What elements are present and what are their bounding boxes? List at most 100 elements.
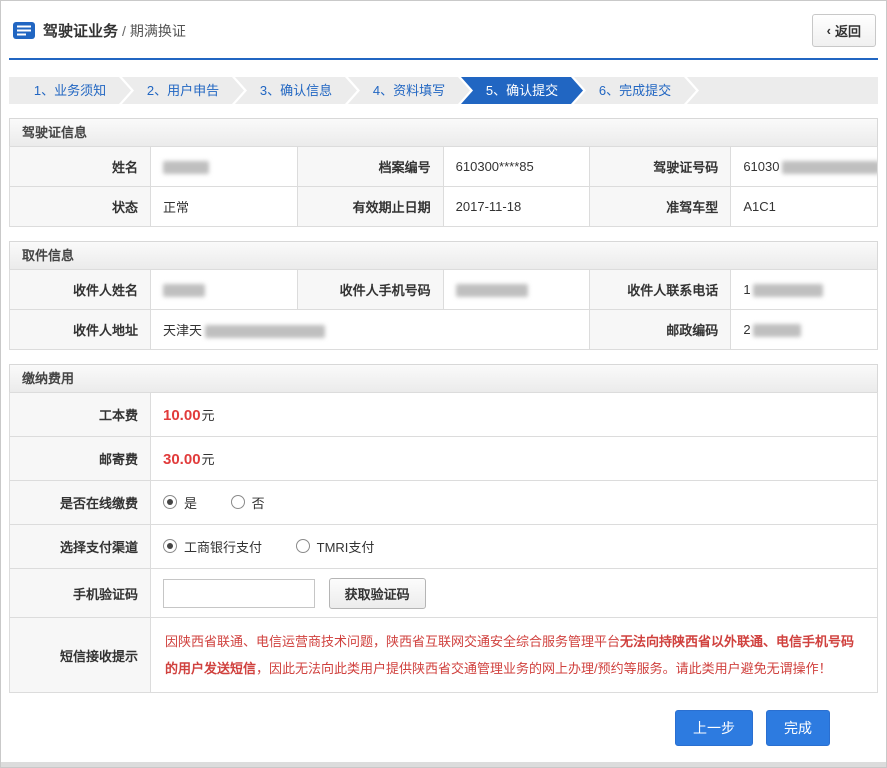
redacted-value bbox=[205, 325, 326, 339]
table-row: 收件人姓名 收件人手机号码 收件人联系电话 1 bbox=[9, 269, 878, 310]
step-tab-6[interactable]: 6、完成提交 bbox=[574, 77, 696, 104]
mobile-label: 收件人手机号码 bbox=[296, 269, 444, 310]
step-breadcrumb-filler bbox=[687, 77, 878, 104]
zip-value: 2 bbox=[730, 309, 878, 350]
page-title: 驾驶证业务 bbox=[43, 23, 119, 40]
phone-label: 收件人联系电话 bbox=[589, 269, 732, 310]
redacted-value bbox=[782, 161, 877, 175]
online-pay-no-label: 否 bbox=[251, 495, 265, 511]
license-no-value: 61030 bbox=[730, 146, 878, 187]
expiry-value: 2017-11-18 bbox=[442, 186, 591, 227]
address-label: 收件人地址 bbox=[9, 309, 151, 350]
radio-unselected-icon bbox=[230, 495, 245, 510]
fee-value: 10.00元 bbox=[150, 392, 878, 437]
redacted-value bbox=[163, 161, 209, 175]
header-divider bbox=[9, 58, 878, 60]
postage-value: 30.00元 bbox=[150, 436, 878, 481]
phone-value: 1 bbox=[730, 269, 878, 310]
license-no-label: 驾驶证号码 bbox=[589, 146, 732, 187]
table-row: 工本费 10.00元 bbox=[9, 392, 878, 437]
file-no-value: 610300****85 bbox=[442, 146, 591, 187]
breadcrumb-current: 期满换证 bbox=[129, 22, 186, 39]
license-section-title: 驾驶证信息 bbox=[9, 118, 878, 147]
page: 驾驶证业务 / 期满换证 ‹ 返回 1、业务须知 2、用户申告 3、确认信息 4… bbox=[0, 0, 887, 768]
step-tab-3[interactable]: 3、确认信息 bbox=[235, 77, 357, 104]
recipient-label: 收件人姓名 bbox=[9, 269, 151, 310]
back-button-label: 返回 bbox=[834, 24, 861, 39]
channel-icbc-label: 工商银行支付 bbox=[184, 539, 263, 555]
back-button[interactable]: ‹ 返回 bbox=[811, 14, 876, 47]
sms-code-label: 手机验证码 bbox=[9, 568, 151, 618]
online-pay-yes-label: 是 bbox=[184, 495, 198, 511]
fee-label: 工本费 bbox=[9, 392, 151, 437]
pickup-section-title: 取件信息 bbox=[9, 241, 878, 270]
address-value: 天津天 bbox=[149, 309, 591, 350]
page-header: 驾驶证业务 / 期满换证 ‹ 返回 bbox=[1, 1, 886, 58]
radio-selected-icon bbox=[163, 495, 177, 510]
step-breadcrumb: 1、业务须知 2、用户申告 3、确认信息 4、资料填写 5、确认提交 6、完成提… bbox=[9, 77, 878, 104]
redacted-value bbox=[455, 284, 528, 298]
channel-tmri-label: TMRI支付 bbox=[316, 539, 375, 555]
redacted-value bbox=[752, 284, 823, 298]
chevron-left-icon: ‹ bbox=[826, 23, 831, 38]
postage-amount: 30.00 bbox=[163, 451, 201, 468]
sms-code-field-cell: 获取验证码 bbox=[150, 568, 878, 618]
postage-label: 邮寄费 bbox=[9, 436, 151, 481]
table-row: 选择支付渠道 工商银行支付 TMRI支付 bbox=[9, 524, 878, 569]
step-tab-1[interactable]: 1、业务须知 bbox=[9, 77, 131, 104]
sms-notice-label: 短信接收提示 bbox=[9, 617, 151, 693]
table-row: 收件人地址 天津天 邮政编码 2 bbox=[9, 309, 878, 350]
table-row: 短信接收提示 因陕西省联通、电信运营商技术问题，陕西省互联网交通安全综合服务管理… bbox=[9, 617, 878, 693]
payment-table: 工本费 10.00元 邮寄费 30.00元 是否在线缴费 是 否 选择支付渠道 … bbox=[9, 392, 878, 693]
radio-selected-icon bbox=[163, 539, 177, 554]
sms-code-input[interactable] bbox=[163, 578, 315, 608]
vehicle-label: 准驾车型 bbox=[589, 186, 732, 227]
name-value bbox=[150, 146, 298, 187]
step-tab-5-active[interactable]: 5、确认提交 bbox=[461, 77, 583, 104]
page-bottom-strip bbox=[1, 762, 886, 767]
notice-part3: ，因此无法向此类用户提供陕西省交通管理业务的网上办理/预约等服务。请此类用户避免… bbox=[256, 661, 832, 676]
table-row: 状态 正常 有效期止日期 2017-11-18 准驾车型 A1C1 bbox=[9, 186, 878, 227]
name-label: 姓名 bbox=[9, 146, 151, 187]
file-no-label: 档案编号 bbox=[296, 146, 444, 187]
channel-tmri-radio[interactable]: TMRI支付 bbox=[295, 537, 375, 556]
fee-amount: 10.00 bbox=[163, 407, 201, 424]
sms-notice-text: 因陕西省联通、电信运营商技术问题，陕西省互联网交通安全综合服务管理平台无法向持陕… bbox=[150, 617, 878, 693]
payment-section-title: 缴纳费用 bbox=[9, 364, 878, 393]
finish-button[interactable]: 完成 bbox=[766, 710, 830, 746]
pickup-info-table: 收件人姓名 收件人手机号码 收件人联系电话 1 收件人地址 天津天 邮政编码 2 bbox=[9, 269, 878, 350]
expiry-label: 有效期止日期 bbox=[296, 186, 444, 227]
footer-actions: 上一步 完成 bbox=[1, 693, 886, 746]
mobile-value bbox=[442, 269, 591, 310]
channel-label: 选择支付渠道 bbox=[9, 524, 151, 569]
zip-label: 邮政编码 bbox=[589, 309, 732, 350]
vehicle-value: A1C1 bbox=[730, 186, 878, 227]
table-row: 手机验证码 获取验证码 bbox=[9, 568, 878, 618]
online-pay-options: 是 否 bbox=[150, 480, 878, 525]
step-tab-2[interactable]: 2、用户申告 bbox=[122, 77, 244, 104]
online-pay-label: 是否在线缴费 bbox=[9, 480, 151, 525]
fee-unit: 元 bbox=[201, 408, 215, 423]
previous-step-button[interactable]: 上一步 bbox=[675, 710, 753, 746]
table-row: 邮寄费 30.00元 bbox=[9, 436, 878, 481]
online-pay-no-radio[interactable]: 否 bbox=[230, 493, 265, 512]
license-info-section: 驾驶证信息 姓名 档案编号 610300****85 驾驶证号码 61030 状… bbox=[9, 118, 878, 227]
online-pay-yes-radio[interactable]: 是 bbox=[163, 493, 197, 512]
pickup-info-section: 取件信息 收件人姓名 收件人手机号码 收件人联系电话 1 收件人地址 天津天 邮… bbox=[9, 241, 878, 350]
redacted-value bbox=[163, 284, 205, 298]
notice-part1: 因陕西省联通、电信运营商技术问题，陕西省互联网交通安全综合服务管理平台 bbox=[165, 634, 621, 649]
radio-unselected-icon bbox=[295, 539, 310, 554]
table-row: 姓名 档案编号 610300****85 驾驶证号码 61030 bbox=[9, 146, 878, 187]
status-label: 状态 bbox=[9, 186, 151, 227]
status-value: 正常 bbox=[150, 186, 298, 227]
redacted-value bbox=[752, 324, 801, 338]
recipient-value bbox=[150, 269, 298, 310]
get-code-button[interactable]: 获取验证码 bbox=[328, 577, 426, 609]
payment-section: 缴纳费用 工本费 10.00元 邮寄费 30.00元 是否在线缴费 是 否 选择… bbox=[9, 364, 878, 693]
breadcrumb-separator: / bbox=[122, 22, 126, 39]
postage-unit: 元 bbox=[201, 452, 215, 467]
channel-icbc-radio[interactable]: 工商银行支付 bbox=[163, 537, 262, 556]
document-list-icon bbox=[13, 22, 35, 39]
step-tab-4[interactable]: 4、资料填写 bbox=[348, 77, 470, 104]
license-info-table: 姓名 档案编号 610300****85 驾驶证号码 61030 状态 正常 有… bbox=[9, 146, 878, 227]
